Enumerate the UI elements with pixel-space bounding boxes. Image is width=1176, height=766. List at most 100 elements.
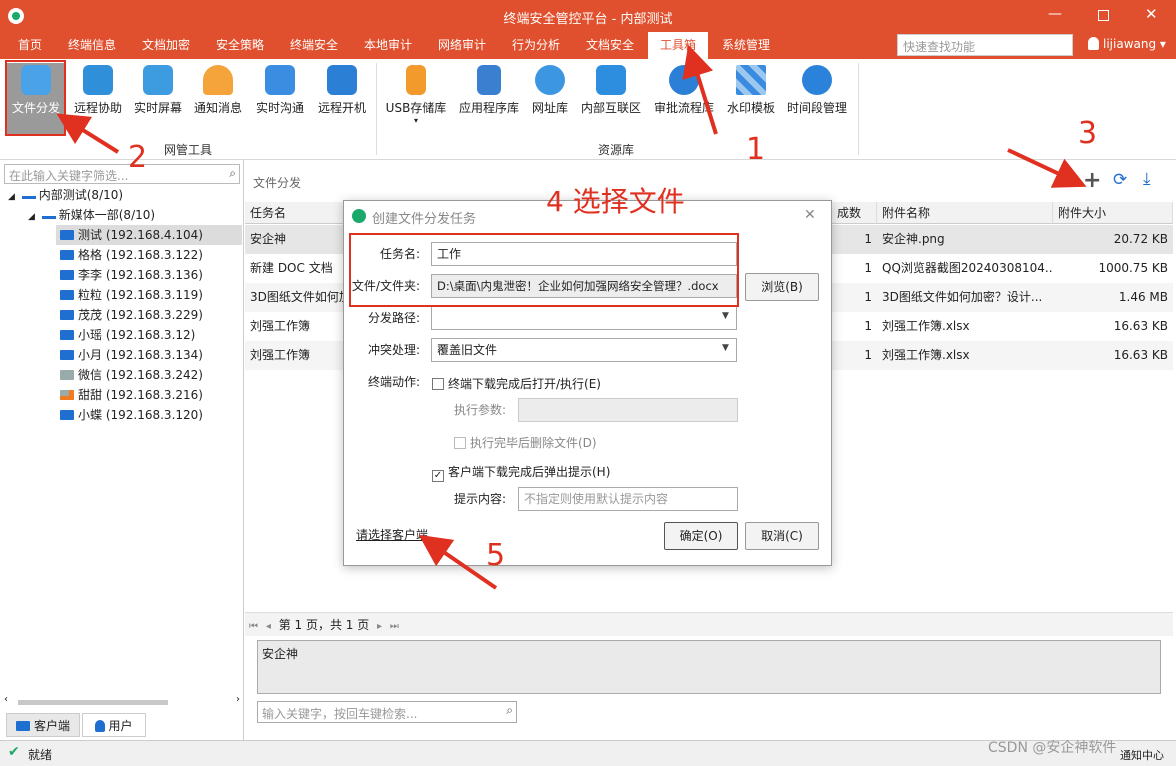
- menu-behavior[interactable]: 行为分析: [504, 32, 568, 59]
- user-name: lijiawang: [1103, 37, 1157, 51]
- row-count: 1: [864, 348, 872, 362]
- tree-client[interactable]: 格格 (192.168.3.122): [60, 245, 203, 265]
- first-page-icon[interactable]: ⏮: [249, 621, 258, 632]
- menu-home[interactable]: 首页: [6, 32, 54, 59]
- tree-client[interactable]: 小蝶 (192.168.3.120): [60, 405, 203, 425]
- menu-doc-encrypt[interactable]: 文档加密: [134, 32, 198, 59]
- ribbon-usb-library[interactable]: USB存储库 ▾: [382, 63, 450, 135]
- menu-toolbox[interactable]: 工具箱: [648, 32, 708, 59]
- search-icon[interactable]: ⌕: [506, 703, 513, 718]
- tree-client[interactable]: 小瑶 (192.168.3.12): [60, 325, 195, 345]
- tree-client[interactable]: 茂茂 (192.168.3.229): [60, 305, 203, 325]
- column-header-task[interactable]: 任务名: [245, 202, 345, 224]
- power-monitor-icon: [327, 65, 357, 95]
- row-count: 1: [864, 261, 872, 275]
- ok-button[interactable]: 确定(O): [664, 522, 738, 550]
- user-menu[interactable]: lijiawang ▾: [1088, 37, 1166, 51]
- locked-computer-icon: [60, 390, 74, 400]
- browse-button[interactable]: 浏览(B): [745, 273, 819, 301]
- client-label: 测试 (192.168.4.104): [78, 228, 203, 242]
- cancel-button[interactable]: 取消(C): [745, 522, 819, 550]
- collapse-arrow-icon[interactable]: ◢: [28, 212, 35, 222]
- tree-filter-input[interactable]: 在此输入关键字筛选... ⌕: [4, 164, 240, 184]
- tree-client[interactable]: 粒粒 (192.168.3.119): [60, 285, 203, 305]
- exec-param-input[interactable]: [518, 398, 738, 422]
- refresh-icon[interactable]: ⟳: [1113, 170, 1127, 190]
- next-page-icon[interactable]: ▸: [377, 621, 382, 632]
- detail-box[interactable]: 安企神: [257, 640, 1161, 694]
- dialog-close-icon[interactable]: ✕: [804, 207, 816, 223]
- column-header-size[interactable]: 附件大小: [1053, 202, 1173, 224]
- scroll-left-icon[interactable]: ‹: [4, 694, 8, 705]
- detail-text: 安企神: [262, 647, 299, 661]
- user-icon: [95, 720, 106, 732]
- minimize-button[interactable]: —: [1048, 6, 1064, 24]
- path-label: 分发路径:: [367, 311, 420, 325]
- ribbon-wake-on-lan[interactable]: 远程开机: [314, 63, 370, 135]
- scroll-right-icon[interactable]: ›: [236, 694, 240, 705]
- delete-after-checkbox[interactable]: 执行完毕后删除文件(D): [454, 434, 597, 451]
- client-label: 茂茂 (192.168.3.229): [78, 308, 203, 322]
- notification-center[interactable]: 通知中心: [1120, 747, 1164, 763]
- tab-clients[interactable]: 客户端: [6, 713, 80, 737]
- ribbon-notify[interactable]: 通知消息: [190, 63, 246, 135]
- ribbon-intranet[interactable]: 内部互联区: [578, 63, 644, 135]
- dialog-title: 创建文件分发任务: [372, 212, 477, 227]
- chevron-down-icon[interactable]: ▼: [722, 343, 729, 353]
- annotation-4: 4 选择文件: [546, 185, 685, 218]
- hint-content-input[interactable]: 不指定则使用默认提示内容: [518, 487, 738, 511]
- ribbon-label: 远程协助: [73, 101, 122, 115]
- menu-network-audit[interactable]: 网络审计: [430, 32, 494, 59]
- close-button[interactable]: ✕: [1145, 5, 1158, 23]
- distribution-path-select[interactable]: [431, 306, 737, 330]
- ribbon-chat[interactable]: 实时沟通: [252, 63, 308, 135]
- conflict-label: 冲突处理:: [367, 343, 420, 357]
- tree-root[interactable]: ◢ 内部测试(8/10): [8, 185, 123, 205]
- client-label: 小月 (192.168.3.134): [78, 348, 203, 362]
- ribbon-realtime-screen[interactable]: 实时屏幕: [130, 63, 186, 135]
- menu-system[interactable]: 系统管理: [714, 32, 778, 59]
- column-header-count[interactable]: 成数: [831, 202, 877, 224]
- menu-security-policy[interactable]: 安全策略: [208, 32, 272, 59]
- menu-doc-security[interactable]: 文档安全: [578, 32, 642, 59]
- chevron-down-icon[interactable]: ▼: [722, 311, 729, 321]
- prev-page-icon[interactable]: ◂: [266, 621, 271, 632]
- menu-terminal-security[interactable]: 终端安全: [282, 32, 346, 59]
- open-after-download-checkbox[interactable]: 终端下载完成后打开/执行(E): [432, 375, 601, 392]
- menu-local-audit[interactable]: 本地审计: [356, 32, 420, 59]
- group-label-resources: 资源库: [598, 143, 635, 157]
- keyword-search-input[interactable]: 输入关键字，按回车键检索... ⌕: [257, 701, 517, 723]
- tree-client[interactable]: 李李 (192.168.3.136): [60, 265, 203, 285]
- ribbon-approval[interactable]: 审批流程库: [650, 63, 718, 135]
- tree-dept[interactable]: ◢ 新媒体一部(8/10): [28, 205, 155, 225]
- conflict-select[interactable]: 覆盖旧文件: [431, 338, 737, 362]
- tree-client[interactable]: 小月 (192.168.3.134): [60, 345, 203, 365]
- horizontal-scrollbar[interactable]: ‹ ›: [4, 694, 240, 708]
- tree-client[interactable]: 甜甜 (192.168.3.216): [60, 385, 203, 405]
- ribbon-app-library[interactable]: 应用程序库: [454, 63, 524, 135]
- popup-hint-checkbox[interactable]: ✓ 客户端下载完成后弹出提示(H): [432, 463, 610, 482]
- tree-client[interactable]: 测试 (192.168.4.104): [56, 225, 242, 245]
- ribbon-url-library[interactable]: 网址库: [526, 63, 574, 135]
- tree-client[interactable]: 微信 (192.168.3.242): [60, 365, 203, 385]
- ribbon-remote-assist[interactable]: 远程协助: [70, 63, 126, 135]
- computer-icon: [15, 721, 30, 731]
- ribbon-time-period[interactable]: 时间段管理: [784, 63, 850, 135]
- column-header-attachment[interactable]: 附件名称: [877, 202, 1053, 224]
- row-task-name[interactable]: 刘强工作簿: [245, 312, 345, 341]
- download-icon[interactable]: ⤓: [1143, 169, 1151, 189]
- ribbon-watermark[interactable]: 水印模板: [724, 63, 778, 135]
- collapse-arrow-icon[interactable]: ◢: [8, 192, 15, 202]
- tab-users[interactable]: 用户: [82, 713, 146, 737]
- menu-terminal-info[interactable]: 终端信息: [60, 32, 124, 59]
- maximize-button[interactable]: [1098, 10, 1109, 21]
- scroll-thumb[interactable]: [18, 700, 168, 705]
- gear-icon: [669, 65, 699, 95]
- select-clients-link[interactable]: 请选择客户端: [356, 526, 428, 543]
- last-page-icon[interactable]: ⏭: [390, 621, 399, 632]
- add-icon[interactable]: +: [1083, 168, 1101, 193]
- row-task-name[interactable]: 新建 DOC 文档: [245, 254, 345, 283]
- clock-gear-icon: [802, 65, 832, 95]
- quick-search-input[interactable]: 快速查找功能: [897, 34, 1073, 56]
- search-icon[interactable]: ⌕: [229, 166, 236, 181]
